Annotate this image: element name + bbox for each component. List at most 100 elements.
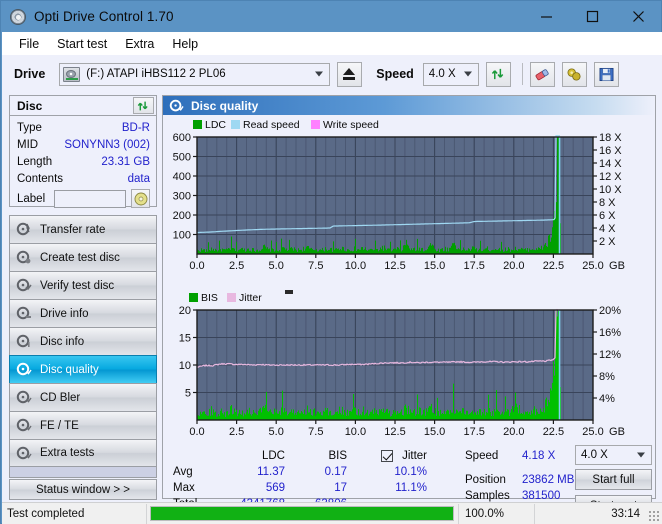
x-tick-label: 15.0 <box>424 260 445 272</box>
stats-row-key-max: Max <box>173 482 195 494</box>
sidebar-item-drive-info[interactable]: Drive info <box>9 299 157 327</box>
legend-swatch <box>231 120 240 129</box>
disc-info-icon <box>16 334 30 348</box>
bottom-chart-svg: BIS Jitter 5 10 15 20 4% 8% 12% 16% 20% 0.0 2.5 5.0 7.… <box>179 290 625 438</box>
disc-refresh-button[interactable] <box>133 97 154 114</box>
test-speed-select[interactable]: 4.0 X <box>575 445 652 465</box>
resize-grip-icon[interactable] <box>648 510 659 521</box>
sidebar-item-fe-te[interactable]: FE / TE <box>9 411 157 439</box>
sidebar-label-create-test-disc: Create test disc <box>40 251 120 264</box>
disc-bler-icon <box>16 390 32 404</box>
stats-avg-bis: 0.17 <box>324 466 347 478</box>
speed-select-value: 4.0 X <box>428 68 456 80</box>
menu-help[interactable]: Help <box>163 35 207 53</box>
eject-button[interactable] <box>337 61 363 87</box>
refresh-icon <box>137 101 148 110</box>
disc-panel-title: Disc <box>17 98 43 113</box>
drive-label: Drive <box>14 67 46 81</box>
disc-key-length: Length <box>17 155 53 168</box>
key-button[interactable] <box>561 61 587 87</box>
x-tick-label: 2.5 <box>229 260 244 272</box>
sidebar-item-disc-quality[interactable]: Disc quality <box>9 355 157 383</box>
menu-extra[interactable]: Extra <box>116 35 163 53</box>
status-window-button[interactable]: Status window > > <box>9 479 157 500</box>
x-axis-unit-label: GB <box>609 260 625 272</box>
x-tick-label: 17.5 <box>463 260 484 272</box>
sidebar-item-disc-info[interactable]: Disc info <box>9 327 157 355</box>
chevron-down-icon <box>463 71 472 77</box>
disc-value-mid: SONYNN3 (002) <box>64 138 150 151</box>
maximize-icon[interactable] <box>569 1 615 32</box>
save-button[interactable] <box>593 61 619 87</box>
legend-extra-marker <box>285 290 293 294</box>
disc-row-mid: MID SONYNN3 (002) <box>17 136 150 153</box>
sidebar-label-drive-info: Drive info <box>40 307 89 320</box>
close-icon[interactable] <box>615 1 661 32</box>
y2-tick-label: 16% <box>599 327 621 339</box>
drive-toolbar: Drive (F:) ATAPI iHBS112 2 PL06 Speed 4.… <box>2 55 662 93</box>
x-tick-label: 10.0 <box>345 426 366 438</box>
y2-tick-label: 12 X <box>599 171 622 183</box>
save-icon <box>599 67 614 81</box>
legend-swatch <box>189 293 198 302</box>
disc-icon <box>134 192 148 205</box>
sidebar-label-fe-te: FE / TE <box>40 419 79 432</box>
speed-select[interactable]: 4.0 X <box>422 62 479 86</box>
disc-create-icon <box>16 250 31 264</box>
sidebar-item-extra-tests[interactable]: Extra tests <box>9 439 157 467</box>
y2-tick-label: 16 X <box>599 145 622 157</box>
chevron-down-icon <box>315 71 324 77</box>
top-chart: LDC Read speed Write speed 100 200 300 400 500 6… <box>163 115 655 288</box>
table-row: Avg 11.37 0.17 10.1% <box>167 464 427 480</box>
disc-fete-icon <box>16 418 32 432</box>
sidebar-label-transfer-rate: Transfer rate <box>40 223 106 236</box>
sidebar-filler <box>9 467 157 478</box>
x-tick-label: 25.0 <box>582 260 603 272</box>
erase-button[interactable] <box>529 61 555 87</box>
disc-label-input[interactable] <box>54 189 127 208</box>
stats-max-bis: 17 <box>334 482 347 494</box>
menu-start-test[interactable]: Start test <box>48 35 116 53</box>
sidebar-item-cd-bler[interactable]: CD Bler <box>9 383 157 411</box>
x-tick-label: 20.0 <box>503 426 524 438</box>
legend-swatch <box>193 120 202 129</box>
sidebar-item-verify-test-disc[interactable]: Verify test disc <box>9 271 157 299</box>
test-controls: Speed 4.18 X Position 23862 MB Samples 3… <box>465 445 655 516</box>
y2-tick-label: 20% <box>599 305 621 317</box>
disc-label-button[interactable] <box>131 189 150 208</box>
control-key-samples: Samples <box>465 490 510 502</box>
sidebar-label-disc-quality: Disc quality <box>40 363 99 376</box>
x-tick-label: 12.5 <box>384 426 405 438</box>
drive-select[interactable]: (F:) ATAPI iHBS112 2 PL06 <box>59 62 331 86</box>
erase-icon <box>535 68 549 80</box>
x-tick-label: 22.5 <box>543 426 564 438</box>
elapsed-time: 33:14 <box>611 507 640 520</box>
sidebar-item-transfer-rate[interactable]: Transfer rate <box>9 215 157 243</box>
sidebar-label-verify-test-disc: Verify test disc <box>40 279 115 292</box>
y2-tick-label: 4 X <box>599 223 616 235</box>
x-axis-unit-label: GB <box>609 426 625 438</box>
refresh-button[interactable] <box>485 61 511 87</box>
sidebar-label-cd-bler: CD Bler <box>40 391 81 404</box>
x-tick-label: 10.0 <box>345 260 366 272</box>
disc-info-rows: Type BD-R MID SONYNN3 (002) Length 23.31… <box>10 116 156 209</box>
control-value-samples: 381500 <box>522 490 561 502</box>
jitter-label: Jitter <box>402 450 427 463</box>
sidebar-item-create-test-disc[interactable]: Create test disc <box>9 243 157 271</box>
stats-header-jitter: Jitter <box>347 448 427 464</box>
disc-key-type: Type <box>17 121 42 134</box>
y2-tick-label: 14 X <box>599 158 622 170</box>
minimize-icon[interactable] <box>523 1 569 32</box>
title-bar: Opti Drive Control 1.70 <box>1 1 661 32</box>
menu-file[interactable]: File <box>10 35 48 53</box>
y2-tick-label: 18 X <box>599 132 622 144</box>
client-area: Drive (F:) ATAPI iHBS112 2 PL06 Speed 4.… <box>2 55 662 516</box>
disc-value-length: 23.31 GB <box>101 155 150 168</box>
x-tick-label: 0.0 <box>189 426 204 438</box>
progress-cell <box>147 503 459 524</box>
start-full-button[interactable]: Start full <box>575 469 652 490</box>
y-tick-label: 15 <box>179 333 191 345</box>
x-tick-label: 7.5 <box>308 260 323 272</box>
key-icon <box>567 67 581 81</box>
jitter-checkbox[interactable] <box>380 449 393 462</box>
